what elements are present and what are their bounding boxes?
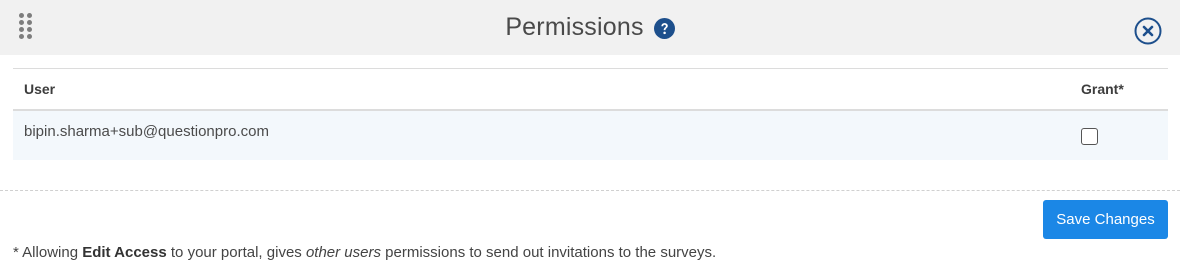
footnote: * Allowing Edit Access to your portal, g… — [13, 244, 716, 261]
save-changes-button[interactable]: Save Changes — [1043, 200, 1168, 239]
title-group: Permissions — [0, 0, 1180, 55]
table-header: User Grant* — [13, 68, 1168, 111]
column-header-user: User — [24, 81, 56, 97]
user-email: bipin.sharma+sub@questionpro.com — [24, 123, 269, 140]
footnote-italic: other users — [305, 244, 381, 261]
permissions-table: User Grant* bipin.sharma+sub@questionpro… — [13, 68, 1168, 160]
question-circle-icon[interactable] — [653, 18, 675, 39]
column-header-grant: Grant* — [1081, 81, 1124, 97]
close-circle-icon — [1134, 17, 1162, 45]
modal-header: Permissions — [0, 0, 1180, 55]
footnote-prefix: * Allowing — [13, 244, 83, 261]
footnote-middle: to your portal, gives — [166, 244, 306, 261]
table-row: bipin.sharma+sub@questionpro.com — [13, 111, 1168, 160]
close-button[interactable] — [1134, 17, 1162, 45]
footnote-suffix: permissions to send out invitations to t… — [381, 244, 717, 261]
grant-checkbox[interactable] — [1081, 128, 1098, 145]
page-title: Permissions — [505, 13, 644, 41]
footnote-bold: Edit Access — [82, 244, 167, 261]
section-divider — [0, 190, 1180, 191]
